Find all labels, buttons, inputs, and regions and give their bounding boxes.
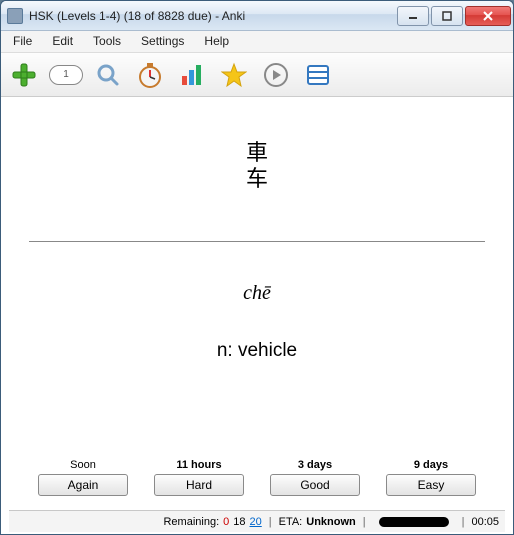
menu-tools[interactable]: Tools xyxy=(83,31,131,52)
hanzi-simplified: 车 xyxy=(246,166,268,192)
close-button[interactable] xyxy=(465,6,511,26)
answer-again-col: Soon Again xyxy=(38,459,128,496)
interval-again: Soon xyxy=(70,459,96,471)
maximize-button[interactable] xyxy=(431,6,463,26)
play-icon xyxy=(263,62,289,88)
status-separator-3: | xyxy=(462,516,465,528)
menu-help[interactable]: Help xyxy=(194,31,239,52)
eta-value: Unknown xyxy=(306,516,356,528)
progress-bar xyxy=(379,517,449,527)
minimize-icon xyxy=(408,11,418,21)
layout-button[interactable] xyxy=(301,58,335,92)
titlebar[interactable]: HSK (Levels 1-4) (18 of 8828 due) - Anki xyxy=(1,1,513,31)
search-button[interactable] xyxy=(91,58,125,92)
answer-good-col: 3 days Good xyxy=(270,459,360,496)
window-controls xyxy=(395,6,511,26)
statusbar: Remaining: 0 18 20 | ETA: Unknown | | 00… xyxy=(9,510,505,532)
flashcard: 車 车 chē n: vehicle Soon Again 11 hours H… xyxy=(9,105,505,510)
close-icon xyxy=(482,11,494,21)
maximize-icon xyxy=(442,11,452,21)
menubar: File Edit Tools Settings Help xyxy=(1,31,513,53)
interval-hard: 11 hours xyxy=(176,459,221,471)
hanzi-traditional: 車 xyxy=(246,140,268,166)
menu-file[interactable]: File xyxy=(3,31,42,52)
card-divider xyxy=(29,241,486,242)
chart-icon xyxy=(179,62,205,88)
again-button[interactable]: Again xyxy=(38,474,128,496)
content-area: 車 车 chē n: vehicle Soon Again 11 hours H… xyxy=(1,97,513,534)
stats-button[interactable] xyxy=(175,58,209,92)
easy-button[interactable]: Easy xyxy=(386,474,476,496)
card-pinyin: chē xyxy=(243,282,271,305)
menu-settings[interactable]: Settings xyxy=(131,31,194,52)
counter-button[interactable]: 1 xyxy=(49,58,83,92)
timer-display: 00:05 xyxy=(471,516,499,528)
status-separator-2: | xyxy=(363,516,366,528)
card-meaning: n: vehicle xyxy=(217,340,297,362)
hard-button[interactable]: Hard xyxy=(154,474,244,496)
toolbar: 1 xyxy=(1,53,513,97)
app-icon xyxy=(7,8,23,24)
timer-button[interactable] xyxy=(133,58,167,92)
counter-display: 1 xyxy=(49,65,83,85)
eta-label: ETA: xyxy=(279,516,303,528)
remaining-due[interactable]: 20 xyxy=(250,516,262,528)
answer-buttons: Soon Again 11 hours Hard 3 days Good 9 d… xyxy=(38,459,476,500)
answer-hard-col: 11 hours Hard xyxy=(154,459,244,496)
replay-button[interactable] xyxy=(259,58,293,92)
answer-easy-col: 9 days Easy xyxy=(386,459,476,496)
stopwatch-icon xyxy=(136,61,164,89)
remaining-label: Remaining: xyxy=(163,516,219,528)
app-window: HSK (Levels 1-4) (18 of 8828 due) - Anki… xyxy=(0,0,514,535)
layout-icon xyxy=(305,62,331,88)
good-button[interactable]: Good xyxy=(270,474,360,496)
interval-good: 3 days xyxy=(298,459,332,471)
remaining-learn: 18 xyxy=(233,516,245,528)
interval-easy: 9 days xyxy=(414,459,448,471)
marked-button[interactable] xyxy=(217,58,251,92)
card-front: 車 车 xyxy=(246,140,268,193)
search-icon xyxy=(95,62,121,88)
plus-icon xyxy=(10,61,38,89)
menu-edit[interactable]: Edit xyxy=(42,31,83,52)
add-button[interactable] xyxy=(7,58,41,92)
remaining-new: 0 xyxy=(223,516,229,528)
status-separator: | xyxy=(269,516,272,528)
window-title: HSK (Levels 1-4) (18 of 8828 due) - Anki xyxy=(29,9,395,23)
minimize-button[interactable] xyxy=(397,6,429,26)
star-icon xyxy=(221,62,247,88)
